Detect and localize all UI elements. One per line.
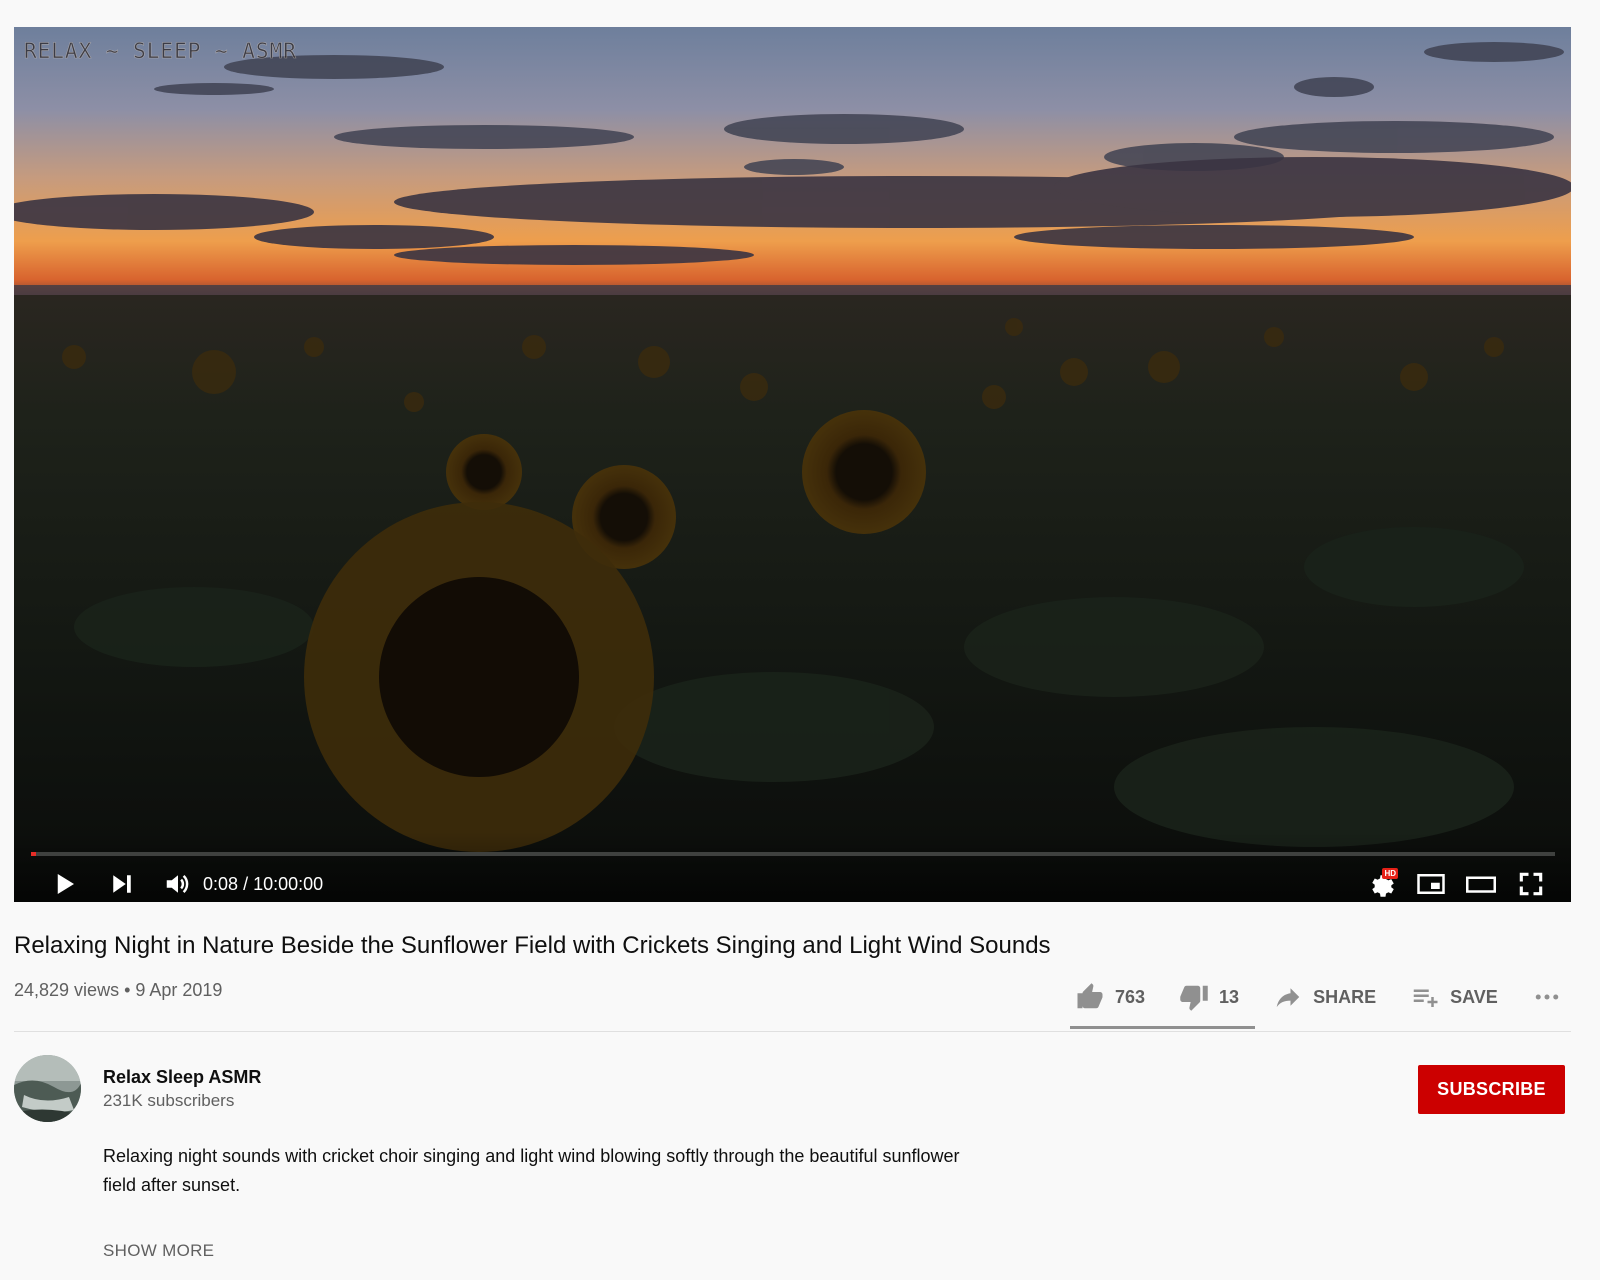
more-actions-button[interactable] xyxy=(1532,982,1562,1012)
like-count: 763 xyxy=(1115,986,1146,1007)
video-frame-sunset-sunflower-field xyxy=(14,27,1571,902)
mute-button[interactable] xyxy=(160,866,196,902)
like-dislike-sentiment-bar xyxy=(1070,1026,1255,1029)
volume-icon xyxy=(166,874,189,894)
video-actions: 763 13 SHARE SAVE xyxy=(1075,978,1562,1016)
theater-mode-icon xyxy=(1466,876,1496,893)
thumbs-down-icon xyxy=(1180,985,1208,1011)
miniplayer-button[interactable] xyxy=(1413,866,1449,902)
subscriber-count: 231K subscribers xyxy=(103,1091,235,1110)
video-player[interactable]: RELAX ~ SLEEP ~ ASMR 0:08 / 10:00:00 HD xyxy=(14,27,1571,902)
time-display: 0:08 / 10:00:00 xyxy=(203,874,323,895)
channel-avatar-image xyxy=(14,1055,81,1122)
subscribe-button[interactable]: SUBSCRIBE xyxy=(1418,1065,1565,1114)
channel-name[interactable]: Relax Sleep ASMR xyxy=(103,1067,261,1088)
fullscreen-button[interactable] xyxy=(1513,866,1549,902)
play-button[interactable] xyxy=(46,866,82,902)
video-title: Relaxing Night in Nature Beside the Sunf… xyxy=(14,932,1051,959)
section-divider xyxy=(14,1031,1571,1032)
more-horizontal-icon xyxy=(1535,994,1559,1000)
dislike-count: 13 xyxy=(1219,986,1240,1007)
time-separator: / xyxy=(243,874,254,894)
save-button[interactable]: SAVE xyxy=(1410,982,1498,1012)
show-more-button[interactable]: SHOW MORE xyxy=(103,1241,214,1261)
play-icon xyxy=(57,874,74,894)
current-time: 0:08 xyxy=(203,874,239,894)
miniplayer-icon xyxy=(1417,874,1445,894)
fullscreen-icon xyxy=(1519,872,1543,896)
thumbs-up-icon xyxy=(1077,983,1103,1009)
duration: 10:00:00 xyxy=(253,874,324,894)
skip-next-icon xyxy=(113,875,131,893)
settings-button[interactable]: HD xyxy=(1363,866,1399,902)
channel-watermark: RELAX ~ SLEEP ~ ASMR xyxy=(24,39,297,64)
save-label: SAVE xyxy=(1450,986,1498,1007)
player-controls-bar: 0:08 / 10:00:00 HD xyxy=(14,832,1571,902)
like-button[interactable]: 763 xyxy=(1075,982,1145,1012)
add-to-playlist-icon xyxy=(1413,989,1438,1007)
video-view-count-and-date: 24,829 views • 9 Apr 2019 xyxy=(14,980,223,1000)
channel-avatar[interactable] xyxy=(14,1055,81,1122)
progress-bar[interactable] xyxy=(31,852,1555,856)
share-arrow-icon xyxy=(1276,988,1300,1007)
dislike-button[interactable]: 13 xyxy=(1179,982,1239,1012)
theater-mode-button[interactable] xyxy=(1463,866,1499,902)
share-button[interactable]: SHARE xyxy=(1273,982,1376,1012)
next-button[interactable] xyxy=(104,866,140,902)
share-label: SHARE xyxy=(1313,986,1377,1007)
progress-played xyxy=(31,852,36,856)
video-description: Relaxing night sounds with cricket choir… xyxy=(103,1146,960,1195)
hd-badge: HD xyxy=(1382,868,1398,879)
